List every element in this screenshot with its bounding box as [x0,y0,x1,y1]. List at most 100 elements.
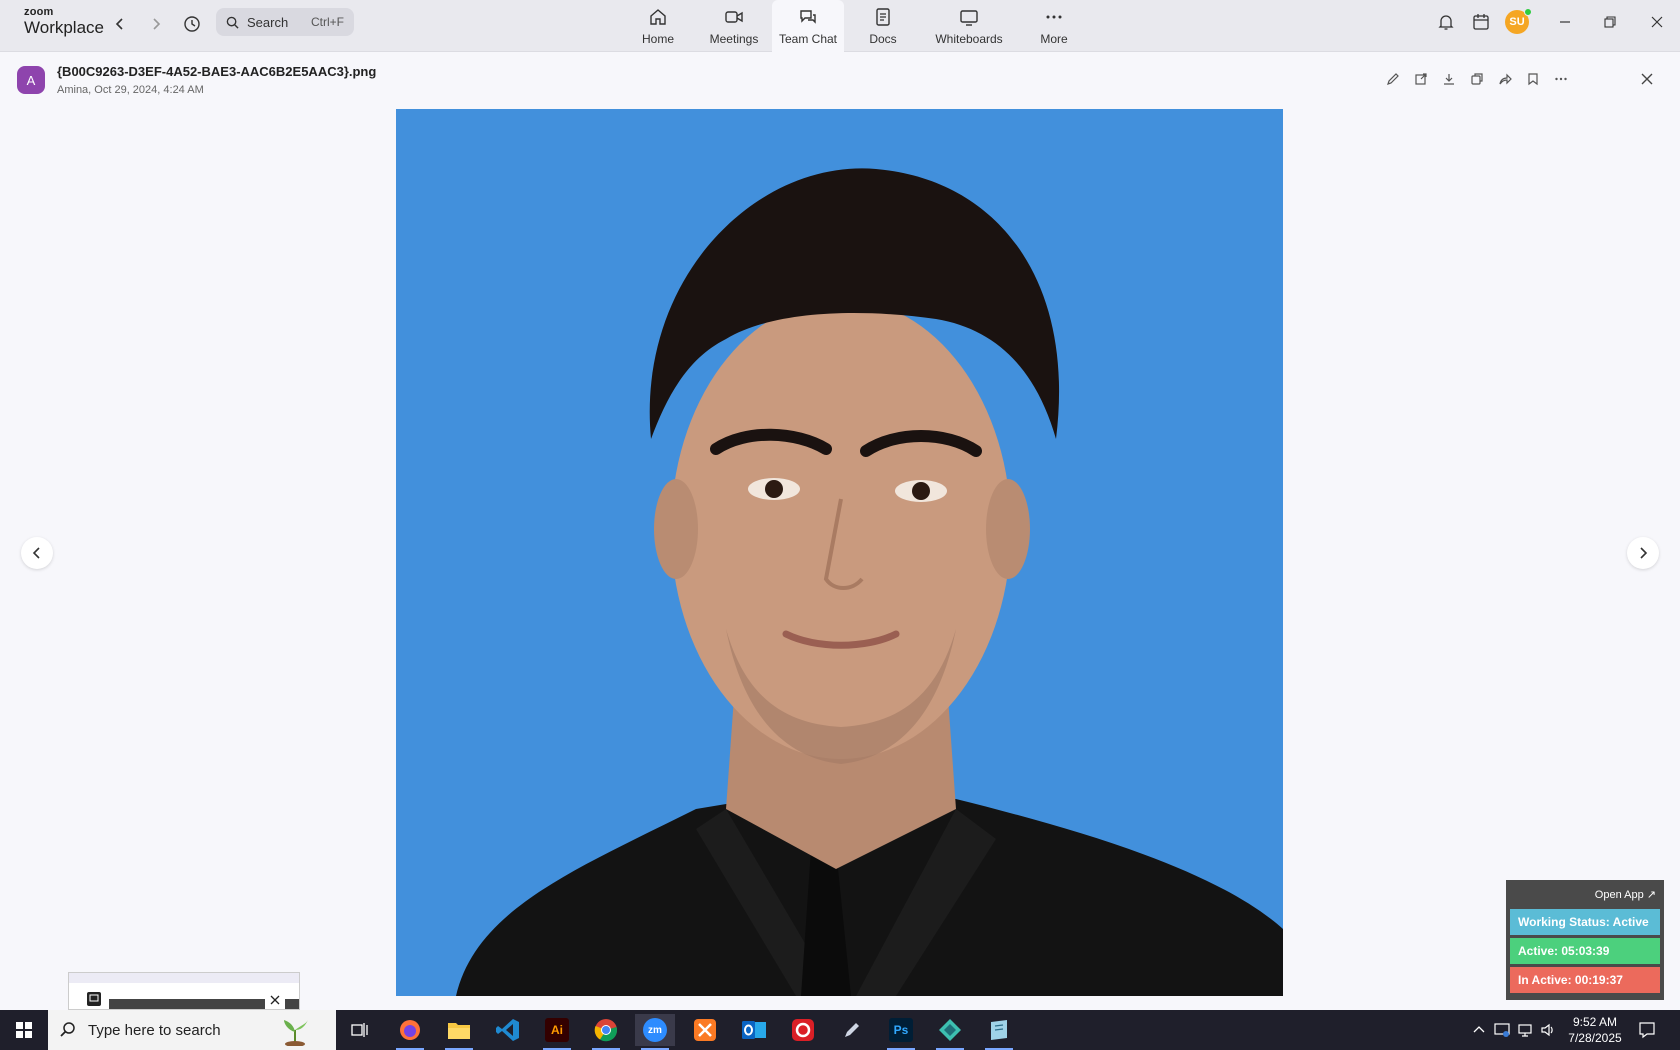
vscode-icon [496,1019,519,1041]
tab-home[interactable]: Home [620,0,696,52]
close-icon [1651,16,1663,28]
edit-button[interactable] [1384,70,1402,88]
history-icon [184,16,200,32]
minimize-button[interactable] [1552,10,1578,34]
more-options-button[interactable] [1552,70,1570,88]
taskbar-pen-tool[interactable] [832,1014,872,1046]
tray-network[interactable] [1515,1020,1535,1040]
chevron-right-icon [153,18,161,30]
taskbar-xampp[interactable] [685,1014,725,1046]
show-hidden-icons-button[interactable] [1469,1020,1489,1040]
tray-security[interactable] [1492,1020,1512,1040]
calendar-button[interactable] [1468,10,1494,34]
zoom-label: zm [648,1024,662,1036]
taskbar-app[interactable] [930,1014,970,1050]
taskbar-chrome[interactable] [586,1014,626,1050]
screenshot-icon [87,992,101,1006]
tab-more[interactable]: More [1016,0,1092,52]
chevron-left-icon [32,547,40,559]
sender-avatar: A [17,66,45,94]
calendar-icon [1473,14,1489,30]
bookmark-icon [1528,73,1538,86]
whiteboard-icon [960,10,978,26]
search-box[interactable]: Search Ctrl+F [216,8,354,36]
forward-button[interactable] [144,12,168,36]
notification-center-icon [1639,1022,1655,1039]
taskbar-vscode[interactable] [488,1014,528,1046]
clock-date: 7/28/2025 [1568,1031,1622,1045]
window-thumbnail[interactable] [68,972,300,1010]
taskbar-illustrator[interactable]: Ai [537,1014,577,1050]
external-link-icon [1415,73,1427,85]
taskbar-photoshop[interactable]: Ps [881,1014,921,1050]
taskbar-clock[interactable]: 9:52 AM 7/28/2025 [1560,1014,1630,1046]
restore-button[interactable] [1597,10,1623,34]
tab-meetings[interactable]: Meetings [696,0,772,52]
previous-image-button[interactable] [21,537,53,569]
tab-docs[interactable]: Docs [844,0,922,52]
chevron-up-icon [1473,1026,1485,1033]
active-time: Active: 05:03:39 [1510,938,1660,964]
tab-label: Whiteboards [935,32,1003,46]
file-explorer-icon [448,1023,470,1039]
minimize-icon [1560,21,1570,23]
share-arrow-icon [1499,73,1512,85]
taskbar-creative-cloud[interactable] [783,1014,823,1046]
tray-volume[interactable] [1538,1020,1558,1040]
user-avatar[interactable]: SU [1505,8,1532,34]
share-button[interactable] [1496,70,1514,88]
back-button[interactable] [108,12,132,36]
download-button[interactable] [1440,70,1458,88]
sender-initial: A [26,72,36,88]
home-icon [650,9,666,25]
main-tabs: Home Meetings Team Chat Docs Whiteboards… [620,0,1092,52]
next-image-button[interactable] [1627,537,1659,569]
history-button[interactable] [180,12,204,36]
bookmark-button[interactable] [1524,70,1542,88]
brand-big: Workplace [24,18,104,37]
user-initials: SU [1509,16,1525,28]
taskbar-zoom[interactable]: zm [635,1014,675,1050]
action-center-button[interactable] [1637,1020,1657,1040]
working-status: Working Status: Active [1510,909,1660,935]
network-icon [1518,1024,1532,1037]
close-thumbnail-button[interactable] [265,991,285,1009]
brand-small: zoom [24,6,54,18]
tab-label: Meetings [709,32,759,46]
photoshop-icon: Ps [889,1018,913,1042]
video-icon [725,11,743,23]
xampp-icon [694,1019,716,1041]
taskbar-outlook[interactable] [734,1014,774,1046]
chrome-icon [594,1019,618,1042]
tab-team-chat[interactable]: Team Chat [772,0,844,52]
thumbnail-titlebar [69,973,299,983]
photoshop-label: Ps [893,1023,909,1037]
taskbar-search-placeholder: Type here to search [88,1021,221,1039]
task-view-button[interactable] [340,1014,380,1046]
chevron-right-icon [1640,547,1648,559]
file-meta: Amina, Oct 29, 2024, 4:24 AM [57,84,204,96]
clock-time: 9:52 AM [1572,1015,1618,1029]
taskbar-search[interactable]: Type here to search [48,1010,336,1050]
time-tracker-widget: Open App ↗ Working Status: Active Active… [1506,880,1664,1000]
open-external-button[interactable] [1412,70,1430,88]
tab-label: More [1040,32,1068,46]
plant-icon [284,1020,308,1046]
start-button[interactable] [0,1010,48,1050]
tab-whiteboards[interactable]: Whiteboards [922,0,1016,52]
taskbar-file-explorer[interactable] [439,1014,479,1050]
search-label: Search [247,14,289,30]
online-status-dot [1524,8,1532,16]
illustrator-label: Ai [551,1023,563,1037]
firefox-icon [400,1020,420,1040]
tab-label: Home [641,32,674,46]
download-icon [1444,74,1454,85]
notifications-button[interactable] [1433,10,1459,34]
restore-icon [1604,16,1616,28]
close-viewer-button[interactable] [1636,68,1658,90]
taskbar-notes[interactable] [979,1014,1019,1050]
open-app-button[interactable]: Open App ↗ [1510,884,1660,906]
copy-button[interactable] [1468,70,1486,88]
close-window-button[interactable] [1644,10,1670,34]
taskbar-firefox[interactable] [390,1014,430,1050]
